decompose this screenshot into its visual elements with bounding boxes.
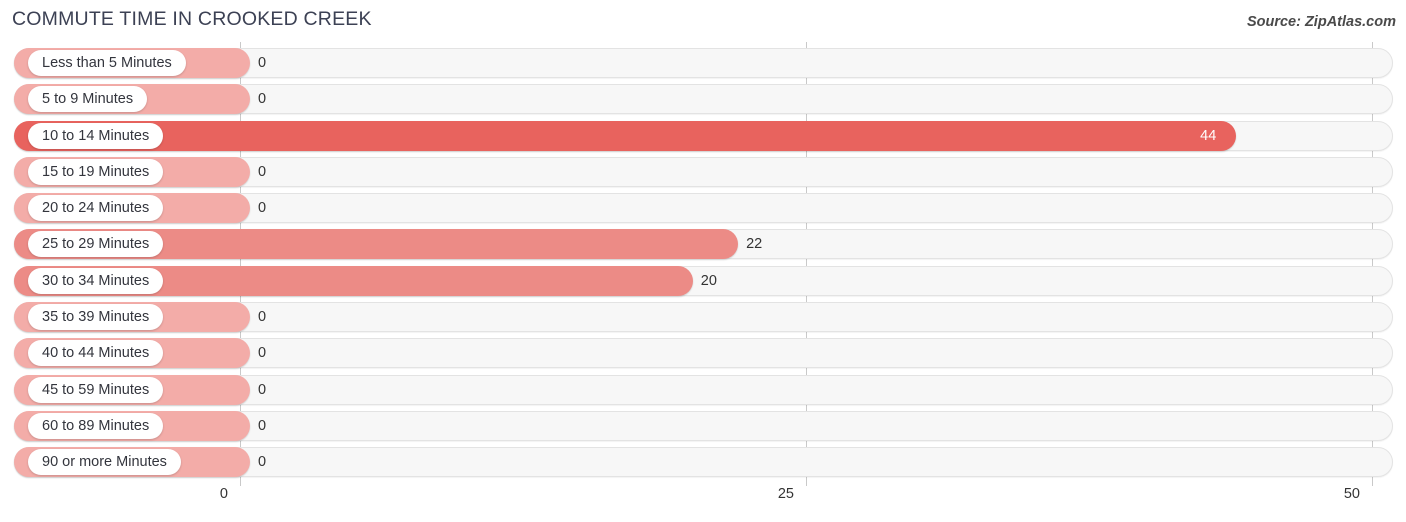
x-axis-tick-label: 50 — [1343, 486, 1360, 502]
x-axis-tick-label: 0 — [219, 486, 228, 502]
bar-category-label: 5 to 9 Minutes — [28, 86, 148, 113]
bar[interactable] — [14, 120, 1237, 151]
bar-value-label: 0 — [258, 381, 267, 398]
bar-category-label: 30 to 34 Minutes — [28, 267, 164, 294]
bar-row[interactable]: 90 or more Minutes 0 — [0, 447, 1406, 478]
bar-value-label: 0 — [258, 454, 267, 471]
bar-value-label: 0 — [258, 55, 267, 71]
bar-row[interactable]: 45 to 59 Minutes 0 — [0, 374, 1406, 405]
bar-row[interactable]: 10 to 14 Minutes 44 — [0, 120, 1406, 151]
chart-header: COMMUTE TIME IN CROOKED CREEK Source: Zi… — [0, 0, 1406, 42]
source-attribution: Source: ZipAtlas.com — [1246, 14, 1396, 30]
bar-category-label: Less than 5 Minutes — [28, 50, 186, 76]
bar-value-label: 0 — [258, 200, 267, 217]
bar-row[interactable]: 15 to 19 Minutes 0 — [0, 156, 1406, 187]
bar-category-label: 15 to 19 Minutes — [28, 158, 164, 185]
x-axis: 0 25 50 — [0, 486, 1406, 522]
bar-row[interactable]: 20 to 24 Minutes 0 — [0, 193, 1406, 224]
bar-row[interactable]: 25 to 29 Minutes 22 — [0, 229, 1406, 260]
x-axis-tick-label: 25 — [777, 486, 794, 502]
bar-value-label: 44 — [1200, 127, 1217, 144]
bar-category-label: 10 to 14 Minutes — [28, 122, 164, 149]
bar-category-label: 20 to 24 Minutes — [28, 195, 164, 222]
bar-rows: Less than 5 Minutes 0 5 to 9 Minutes 0 10 to… — [0, 48, 1406, 484]
bar-category-label: 90 or more Minutes — [28, 449, 181, 476]
bar-value-label: 0 — [258, 91, 267, 108]
bar-row[interactable]: 35 to 39 Minutes 0 — [0, 302, 1406, 333]
chart-plot-area: Less than 5 Minutes 0 5 to 9 Minutes 0 10 to… — [0, 42, 1406, 486]
page-title: COMMUTE TIME IN CROOKED CREEK — [12, 8, 372, 30]
bar-category-label: 25 to 29 Minutes — [28, 231, 164, 258]
bar-value-label: 0 — [258, 345, 267, 362]
bar-value-label: 22 — [746, 236, 763, 253]
bar-row[interactable]: 5 to 9 Minutes 0 — [0, 84, 1406, 115]
bar-category-label: 35 to 39 Minutes — [28, 304, 164, 331]
bar-row[interactable]: 40 to 44 Minutes 0 — [0, 338, 1406, 369]
bar-category-label: 40 to 44 Minutes — [28, 340, 164, 367]
bar-category-label: 45 to 59 Minutes — [28, 376, 164, 403]
bar-value-label: 20 — [700, 272, 717, 289]
bar-value-label: 0 — [258, 417, 267, 434]
bar-value-label: 0 — [258, 309, 267, 326]
bar-row[interactable]: 60 to 89 Minutes 0 — [0, 410, 1406, 441]
bar-row[interactable]: Less than 5 Minutes 0 — [0, 48, 1406, 78]
bar-category-label: 60 to 89 Minutes — [28, 412, 164, 439]
bar-value-label: 0 — [258, 163, 267, 180]
bar-row[interactable]: 30 to 34 Minutes 20 — [0, 265, 1406, 296]
